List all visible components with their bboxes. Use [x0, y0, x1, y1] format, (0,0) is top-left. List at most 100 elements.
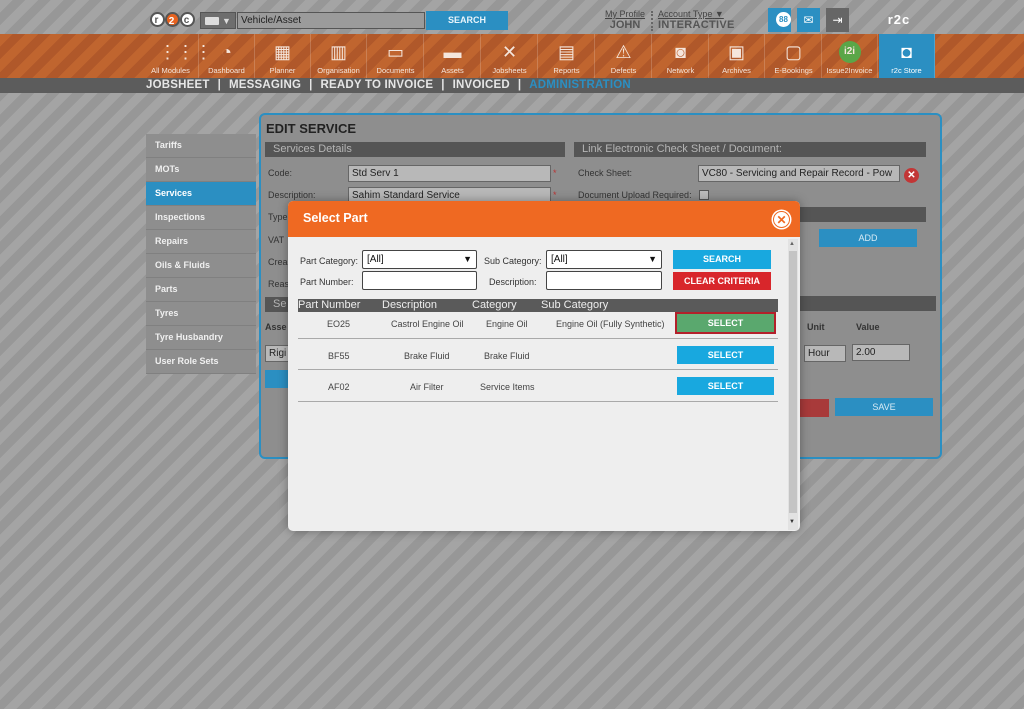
vehicle-asset-search-input[interactable]: [237, 12, 425, 29]
module-r2c-store[interactable]: ◘ r2c Store: [879, 34, 935, 78]
description-input[interactable]: [546, 271, 662, 290]
subnav-separator: |: [441, 79, 445, 91]
module-documents[interactable]: ▭ Documents: [368, 34, 424, 78]
sidebar-item-services[interactable]: Services: [146, 182, 256, 206]
module-label: Documents: [376, 66, 415, 75]
chevron-down-icon: ▼: [648, 254, 657, 264]
cell-part-number: BF55: [328, 351, 350, 361]
profile-name: JOHN: [609, 19, 641, 31]
reason-label: Reas: [268, 279, 290, 289]
part-number-input[interactable]: [362, 271, 477, 290]
sidebar-item-oils-fluids[interactable]: Oils & Fluids: [146, 254, 256, 278]
sidebar-item-inspections[interactable]: Inspections: [146, 206, 256, 230]
sub-category-select[interactable]: [All] ▼: [546, 250, 662, 269]
module-label: Issue2Invoice: [826, 66, 873, 75]
code-field[interactable]: Std Serv 1: [348, 165, 551, 182]
subnav-messaging[interactable]: MESSAGING: [229, 79, 301, 91]
module-label: r2c Store: [891, 66, 922, 75]
close-icon[interactable]: ✕: [773, 211, 790, 228]
type-label: Type: [268, 212, 288, 222]
module-issue2invoice[interactable]: i2i Issue2Invoice: [822, 34, 878, 78]
table-row[interactable]: AF02 Air Filter Service Items SELECT: [298, 371, 778, 402]
table-row[interactable]: BF55 Brake Fluid Brake Fluid SELECT: [298, 339, 778, 370]
sidebar-item-repairs[interactable]: Repairs: [146, 230, 256, 254]
subnav-separator: |: [217, 79, 222, 91]
required-mark: *: [553, 168, 557, 178]
services-details-header: Services Details: [265, 142, 565, 157]
envelope-icon[interactable]: ✉: [797, 8, 820, 32]
subnav-administration[interactable]: ADMINISTRATION: [529, 79, 631, 91]
cell-sub-category: Engine Oil (Fully Synthetic): [556, 319, 665, 329]
subnav-jobsheet[interactable]: JOBSHEET: [146, 79, 210, 91]
vehicle-type-dropdown[interactable]: ▼: [200, 12, 236, 29]
select-part-button[interactable]: SELECT: [675, 312, 776, 334]
cancel-button[interactable]: [800, 399, 829, 417]
cell-part-number: AF02: [328, 382, 350, 392]
module-archives[interactable]: ▣ Archives: [709, 34, 765, 78]
code-label: Code:: [268, 168, 293, 178]
document-upload-checkbox[interactable]: [699, 190, 709, 200]
sidebar-item-mots[interactable]: MOTs: [146, 158, 256, 182]
sidebar-item-tyres[interactable]: Tyres: [146, 302, 256, 326]
module-reports[interactable]: ▤ Reports: [539, 34, 595, 78]
scroll-down-arrow-icon[interactable]: ▼: [789, 519, 795, 525]
grid-icon: ⋮⋮⋮: [158, 42, 213, 62]
module-dashboard[interactable]: ◔ Dashboard: [199, 34, 255, 78]
module-assets[interactable]: ▬ Assets: [425, 34, 481, 78]
i2i-icon: i2i: [838, 41, 861, 63]
sub-category-value: [All]: [551, 254, 568, 265]
select-part-modal: Select Part ✕ Part Category: [All] ▼ Sub…: [288, 201, 800, 531]
clear-criteria-button[interactable]: CLEAR CRITERIA: [673, 272, 771, 290]
truck-icon: [205, 16, 220, 25]
header-search-button[interactable]: SEARCH: [426, 11, 508, 30]
subnav-invoiced[interactable]: INVOICED: [453, 79, 510, 91]
module-label: Archives: [722, 66, 751, 75]
clipboard-icon: ▤: [557, 42, 575, 62]
module-defects[interactable]: ⚠ Defects: [596, 34, 652, 78]
section-header: Se: [265, 297, 290, 312]
sidebar-item-parts[interactable]: Parts: [146, 278, 256, 302]
module-all-modules[interactable]: ⋮⋮⋮ All Modules: [143, 34, 213, 78]
check-sheet-field[interactable]: VC80 - Servicing and Repair Record - Pow: [698, 165, 900, 182]
module-e-bookings[interactable]: ▢ E-Bookings: [766, 34, 822, 78]
background-action-button[interactable]: [265, 370, 289, 388]
account-type-link-label: Account Type: [658, 9, 713, 19]
r2c-logo[interactable]: r2c: [149, 11, 195, 27]
save-button[interactable]: SAVE: [835, 398, 933, 416]
part-number-label: Part Number:: [300, 277, 354, 287]
module-label: Jobsheets: [492, 66, 527, 75]
part-category-select[interactable]: [All] ▼: [362, 250, 477, 269]
select-part-button[interactable]: SELECT: [677, 377, 774, 395]
unit-select[interactable]: Hour: [804, 345, 846, 362]
select-part-button[interactable]: SELECT: [677, 346, 774, 364]
module-jobsheets[interactable]: ✕ Jobsheets: [482, 34, 538, 78]
sidebar-item-tyre-husbandry[interactable]: Tyre Husbandry: [146, 326, 256, 350]
my-profile-link[interactable]: My Profile: [605, 9, 645, 19]
sidebar-item-user-role-sets[interactable]: User Role Sets: [146, 350, 256, 374]
logo-r-mark: r: [149, 11, 165, 27]
account-type-link[interactable]: Account Type ▼: [658, 9, 735, 19]
logout-icon[interactable]: ⇥: [826, 8, 849, 32]
sidebar-item-tariffs[interactable]: Tariffs: [146, 134, 256, 158]
remove-check-sheet-icon[interactable]: ✕: [904, 168, 919, 183]
r2c-logo-right: r2c: [876, 11, 922, 27]
part-category-value: [All]: [367, 254, 384, 265]
modal-scrollbar[interactable]: ▲ ▼: [788, 239, 798, 530]
header-divider: [651, 11, 653, 31]
subnav-ready-to-invoice[interactable]: READY TO INVOICE: [321, 79, 434, 91]
notifications-badge: 88: [776, 12, 791, 27]
add-button[interactable]: ADD: [819, 229, 917, 247]
logo-2-mark: 2: [164, 11, 180, 27]
part-category-label: Part Category:: [300, 256, 359, 266]
subnav-separator: |: [517, 79, 522, 91]
module-planner[interactable]: ▦ Planner: [255, 34, 311, 78]
speedometer-icon: ◔: [221, 42, 232, 62]
scroll-up-arrow-icon[interactable]: ▲: [789, 241, 795, 247]
value-field[interactable]: 2.00: [852, 344, 910, 361]
search-button[interactable]: SEARCH: [673, 250, 771, 269]
table-row[interactable]: EO25 Castrol Engine Oil Engine Oil Engin…: [298, 308, 778, 339]
module-network[interactable]: ◙ Network: [653, 34, 709, 78]
rigid-select[interactable]: Rigi: [265, 345, 289, 362]
module-organisation[interactable]: ▥ Organisation: [311, 34, 367, 78]
scroll-thumb[interactable]: [789, 251, 797, 513]
